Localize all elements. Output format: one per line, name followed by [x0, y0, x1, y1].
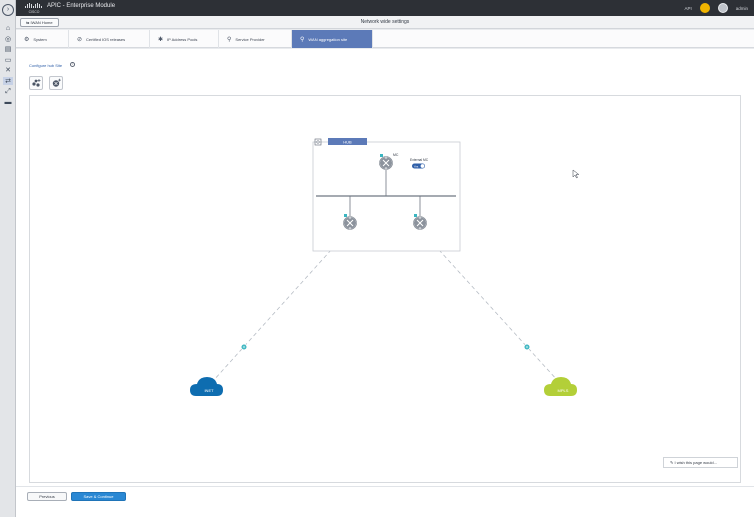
star-icon: ✱ [158, 36, 164, 43]
devices-add-icon [32, 79, 41, 87]
tab-label: Service Provider [235, 36, 265, 42]
mc-label: MC [393, 153, 399, 157]
user-name[interactable]: admin [736, 6, 748, 11]
inventory-icon[interactable]: ▭ [3, 56, 13, 64]
shield-icon: ⊘ [77, 36, 83, 43]
configure-hub-link[interactable]: Configure hub Site [29, 63, 62, 68]
tab-ip-pools[interactable]: ✱ IP Address Pools [150, 30, 219, 48]
tab-service-provider[interactable]: ⚲ Service Provider [219, 30, 292, 48]
tab-certified-ios[interactable]: ⊘ Certified IOS releases [69, 30, 150, 48]
left-nav-rail: › ⌂ ◎ ▤ ▭ ✕ ⇄ ⤢ ▬ [0, 0, 16, 517]
tab-label: WAN aggregation site [308, 36, 348, 42]
wizard-footer: Previous Save & Continue [16, 486, 754, 506]
database-icon[interactable]: ▤ [3, 45, 13, 53]
external-mc-toggle[interactable]: Yes [412, 163, 425, 169]
nav-toggle-icon[interactable]: › [2, 4, 14, 16]
tab-label: IP Address Pools [167, 36, 198, 42]
top-bar: CISCO APIC - Enterprise Module API admin [16, 0, 754, 16]
toggle-state: Yes [414, 164, 419, 168]
router-add-icon [52, 78, 61, 87]
external-mc-label: External MC [410, 158, 429, 162]
main-content: Configure hub Site i HUB MC External MC … [16, 49, 754, 517]
border-router-inet-icon[interactable] [343, 216, 357, 230]
previous-button[interactable]: Previous [27, 492, 67, 501]
gear-icon: ⚙ [24, 36, 30, 43]
topology-canvas[interactable]: HUB MC External MC Yes INET MPLS [29, 95, 741, 483]
more-icon[interactable]: ▬ [3, 98, 13, 106]
tools-icon[interactable]: ✕ [3, 66, 13, 74]
path-icon[interactable]: ⤢ [3, 88, 13, 96]
pin-icon: ⚲ [300, 36, 305, 43]
sub-header: ⇆ IWAN Home Network wide settings [16, 16, 754, 29]
settings-tabs: ⚙ System ⊘ Certified IOS releases ✱ IP Addr… [16, 30, 754, 48]
svg-text:CISCO: CISCO [29, 10, 40, 14]
add-devices-tool[interactable] [29, 76, 43, 90]
feedback-button[interactable]: ✎ I wish this page would... [663, 457, 738, 468]
border-router-mpls-icon[interactable] [413, 216, 427, 230]
add-router-tool[interactable] [49, 76, 63, 90]
api-label[interactable]: API [684, 6, 691, 11]
topology-diagram: HUB MC External MC Yes INET MPLS [190, 138, 580, 396]
mpls-cloud-icon[interactable]: MPLS [544, 377, 577, 396]
pin-icon: ⚲ [227, 36, 232, 43]
tab-label: Certified IOS releases [86, 36, 126, 42]
notification-icon[interactable] [699, 3, 710, 13]
cisco-logo: CISCO [25, 3, 42, 14]
home-icon[interactable]: ⌂ [3, 24, 13, 32]
feedback-label: I wish this page would... [674, 460, 717, 465]
discovery-icon[interactable]: ◎ [3, 35, 13, 43]
mpls-label: MPLS [558, 388, 569, 393]
application-window: › ⌂ ◎ ▤ ▭ ✕ ⇄ ⤢ ▬ CISCO APIC - Enterpris… [0, 0, 754, 517]
tab-system[interactable]: ⚙ System [16, 30, 69, 48]
page-title: Network wide settings [360, 19, 410, 25]
top-right-controls: API admin [684, 3, 748, 13]
inet-cloud-icon[interactable]: INET [190, 377, 223, 396]
tab-label: System [33, 36, 47, 42]
link-mpls [419, 228, 559, 382]
save-continue-button[interactable]: Save & Continue [71, 492, 126, 501]
mc-router-icon[interactable] [379, 156, 393, 170]
app-title: APIC - Enterprise Module [47, 3, 116, 9]
iwan-icon[interactable]: ⇄ [3, 77, 13, 85]
tab-wan-aggregation[interactable]: ⚲ WAN aggregation site [292, 30, 373, 48]
avatar[interactable] [717, 3, 728, 13]
link-inet [212, 228, 351, 382]
hub-label: HUB [343, 140, 352, 145]
mouse-cursor-icon [572, 169, 580, 179]
info-icon[interactable]: i [70, 62, 75, 67]
inet-label: INET [204, 388, 214, 393]
